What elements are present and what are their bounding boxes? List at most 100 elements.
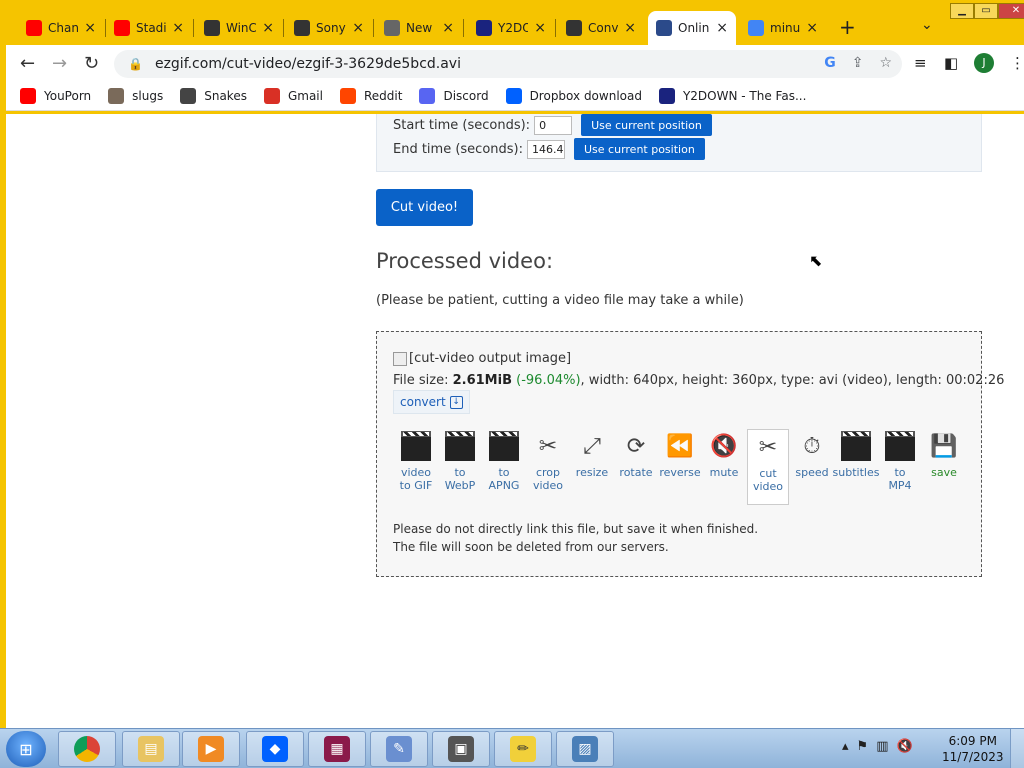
new-tab-button[interactable]: + [839,17,856,37]
tab-2[interactable]: WinC × [196,11,282,45]
tool-speed[interactable]: ⏱ speed [791,429,833,505]
tool-resize[interactable]: ⤢ resize [571,429,613,505]
output-image[interactable]: [cut-video output image] [393,351,571,366]
bookmarks-bar: YouPorn slugs Snakes Gmail Reddit Discord Drop… [6,81,1024,111]
tab-5[interactable]: Y2DO × [468,11,554,45]
end-use-current-button[interactable]: Use current position [574,138,705,160]
output-panel: [cut-video output image] File size: 2.61… [376,331,1004,577]
volume-muted-icon[interactable]: 🔇 [896,739,912,754]
taskbar-video-app[interactable]: ▣ [432,731,490,767]
tab-search-chevron-icon[interactable]: ⌄ [921,17,933,33]
tab-3[interactable]: Sony × [286,11,372,45]
convert-dropdown[interactable]: convert ↓ [393,390,470,414]
mp4-icon [883,429,917,463]
bookmark-star-icon[interactable]: ☆ [879,55,892,71]
taskbar-notes[interactable]: ✏ [494,731,552,767]
tab-1[interactable]: Stadi × [106,11,192,45]
tab-close-icon[interactable]: × [262,20,274,36]
side-panel-icon[interactable]: ◧ [944,54,958,72]
tab-close-icon[interactable]: × [352,20,364,36]
tool-label-2: APNG [488,479,520,492]
tool-to-MP4[interactable]: to MP4 [879,429,921,505]
show-desktop-button[interactable] [1010,729,1024,768]
crop-icon: ✂ [538,433,558,459]
cut-video-button[interactable]: Cut video! [376,189,473,226]
clapper-icon [487,429,521,463]
tool-to-APNG[interactable]: to APNG [483,429,525,505]
tab-separator [555,19,556,37]
bookmark-item[interactable]: slugs [108,87,164,104]
bookmark-item[interactable]: Discord [419,87,489,104]
maximize-button[interactable]: ▭ [974,3,998,19]
tab-7[interactable]: Onlin × [648,11,736,45]
tool-mute[interactable]: 🔇 mute [703,429,745,505]
media-control-icon[interactable]: ≡ [914,54,927,72]
clock-time: 6:09 PM [948,734,997,748]
tab-close-icon[interactable]: × [84,20,96,36]
network-icon[interactable]: ▥ [876,739,888,754]
tool-save[interactable]: 💾 save [923,429,965,505]
back-icon[interactable]: ← [20,53,35,74]
bookmark-item[interactable]: Snakes [180,87,247,104]
reload-icon[interactable]: ↻ [84,53,99,74]
tab-close-icon[interactable]: × [624,20,636,36]
taskbar-media-player[interactable]: ▶ [182,731,240,767]
taskbar-paint[interactable]: ✎ [370,731,428,767]
taskbar-winrar[interactable]: ▦ [308,731,366,767]
lock-icon[interactable]: 🔒 [128,57,143,71]
tab-close-icon[interactable]: × [806,20,818,36]
tab-title: Sony [316,21,346,35]
start-time-label: Start time (seconds): [393,117,531,133]
bookmark-label: YouPorn [44,88,92,103]
bookmark-item[interactable]: YouPorn [20,87,92,104]
tool-video-to GIF[interactable]: video to GIF [395,429,437,505]
tray-expand-icon[interactable]: ▴ [842,739,849,754]
bookmark-favicon-icon [180,87,197,104]
tab-close-icon[interactable]: × [442,20,454,36]
tab-title: minu [770,21,801,35]
start-use-current-button[interactable]: Use current position [581,114,712,136]
url-text[interactable]: ezgif.com/cut-video/ezgif-3-3629de5bcd.a… [155,56,461,72]
tool-label-1: to [498,466,510,479]
taskbar-clock[interactable]: 6:09 PM 11/7/2023 [942,733,1004,765]
tab-4[interactable]: New × [376,11,462,45]
tab-8[interactable]: minu × [740,11,826,45]
profile-avatar[interactable]: J [974,53,994,73]
forward-icon[interactable]: → [52,53,67,74]
tab-title: Onlin [678,21,710,35]
bookmark-label: slugs [132,88,164,103]
bookmark-item[interactable]: Reddit [339,87,402,104]
taskbar-chrome[interactable] [58,731,116,767]
menu-kebab-icon[interactable]: ⋮ [1010,54,1024,72]
system-tray: ▴ ⚑ ▥ 🔇 [842,739,913,754]
bookmark-item[interactable]: Dropbox download [505,87,642,104]
taskbar-explorer[interactable]: ▤ [122,731,180,767]
tool-cut-video[interactable]: ✂ cut video [747,429,789,505]
taskbar-dropbox[interactable]: ◆ [246,731,304,767]
flag-icon[interactable]: ⚑ [857,739,869,754]
taskbar-photo-viewer[interactable]: ▨ [556,731,614,767]
end-time-input[interactable]: 146.4 [527,139,565,159]
share-icon[interactable]: ⇪ [852,55,864,71]
minimize-button[interactable]: ▁ [950,3,974,19]
tab-6[interactable]: Conv × [558,11,644,45]
bookmark-item[interactable]: Y2DOWN - The Fas... [658,87,806,104]
start-time-input[interactable]: 0 [534,115,573,135]
tool-rotate[interactable]: ⟳ rotate [615,429,657,505]
tab-close-icon[interactable]: × [172,20,184,36]
close-window-button[interactable]: ✕ [998,3,1024,19]
tab-title: WinC [226,21,257,35]
tool-subtitles[interactable]: subtitles [833,429,879,505]
tab-0[interactable]: Chan × [18,11,104,45]
file-details: , width: 640px, height: 360px, type: avi… [580,373,1005,388]
tool-crop-video[interactable]: ✂ crop video [527,429,569,505]
address-bar[interactable]: 🔒 ezgif.com/cut-video/ezgif-3-3629de5bcd… [114,50,902,78]
start-button[interactable]: ⊞ [6,731,46,767]
google-lens-icon[interactable]: G [824,55,836,71]
tab-close-icon[interactable]: × [716,20,728,36]
tool-reverse[interactable]: ⏪ reverse [659,429,701,505]
bookmark-item[interactable]: Gmail [263,87,323,104]
tool-label-2: MP4 [888,479,912,492]
tool-to-WebP[interactable]: to WebP [439,429,481,505]
tab-close-icon[interactable]: × [534,20,546,36]
